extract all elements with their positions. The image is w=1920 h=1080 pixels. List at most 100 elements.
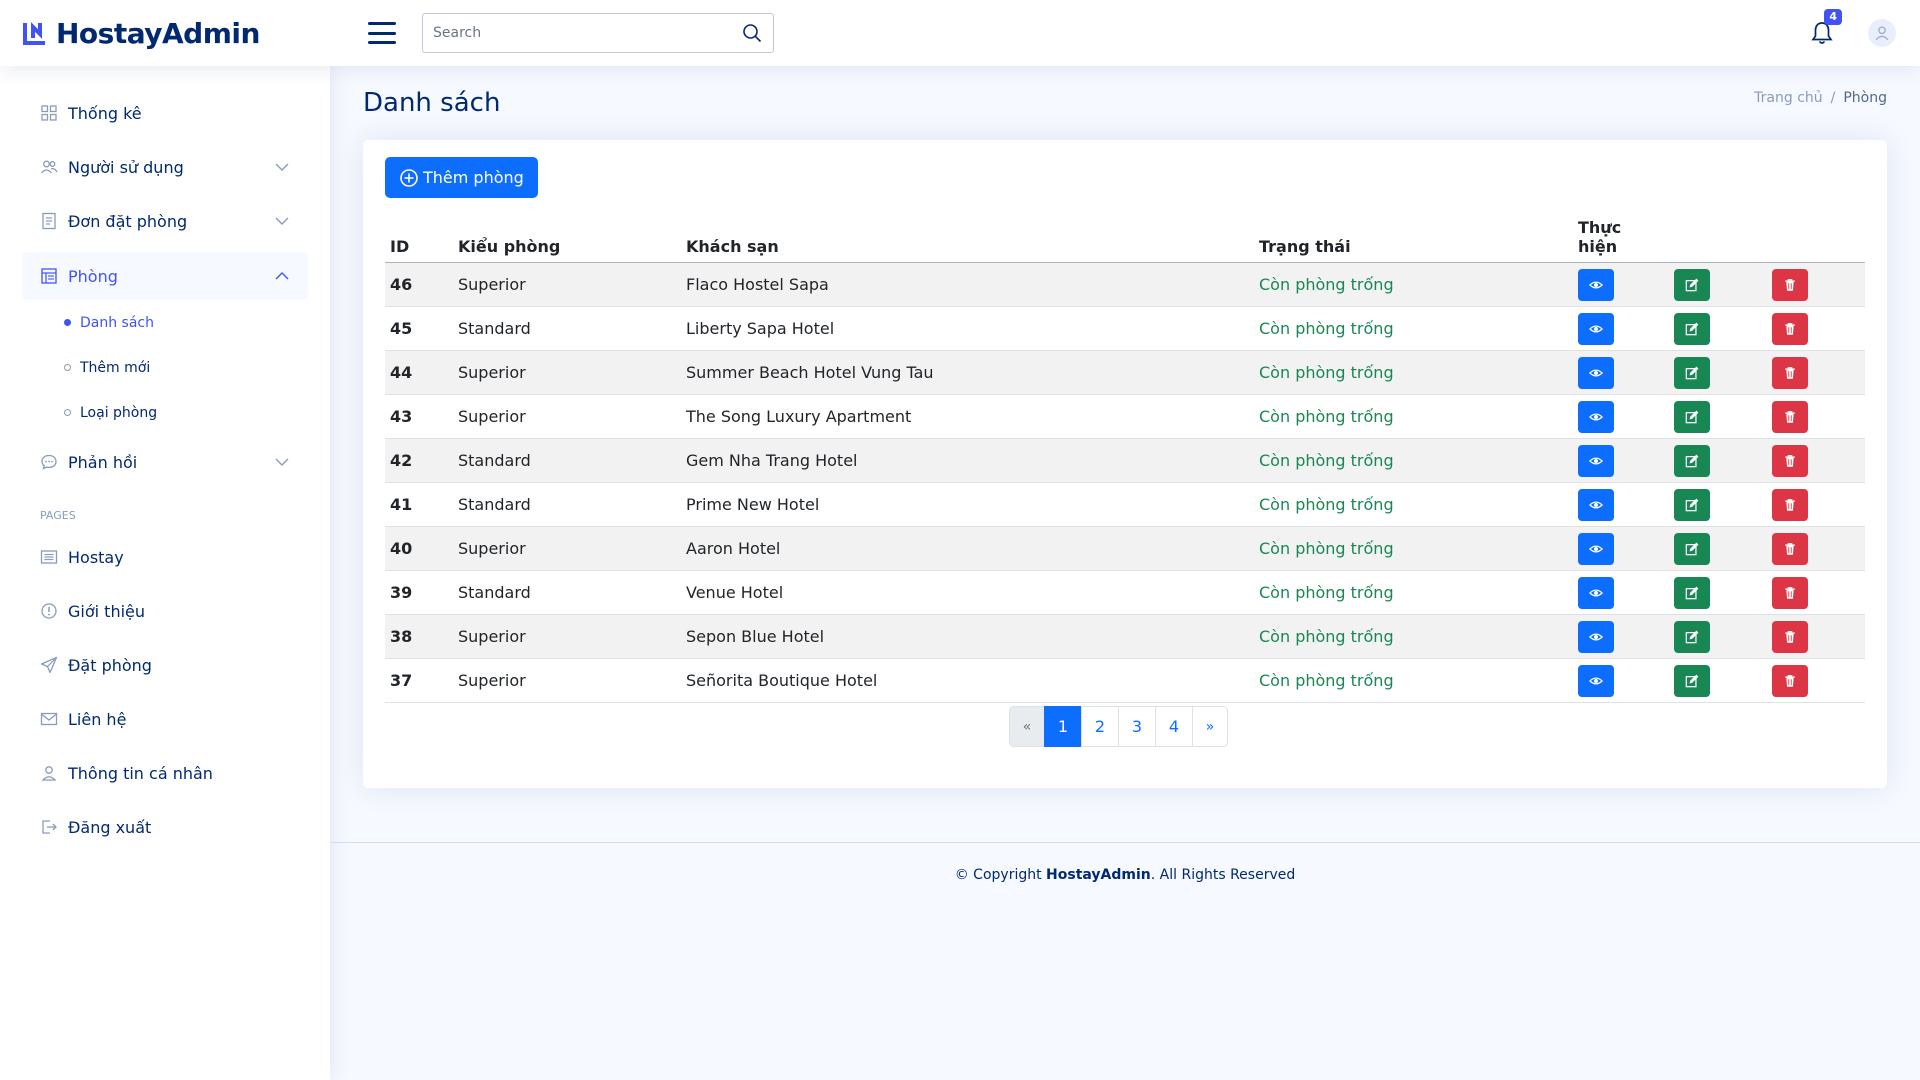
table-header-row: ID Kiểu phòng Khách sạn Trạng thái Thực …: [385, 218, 1865, 263]
trash-icon: [1785, 542, 1795, 555]
notifications[interactable]: 4: [1808, 9, 1842, 47]
delete-button[interactable]: [1772, 312, 1808, 345]
cell-room-type: Superior: [453, 350, 681, 395]
search-icon[interactable]: [741, 22, 763, 44]
table-row: 40 Superior Aaron Hotel Còn phòng trống: [385, 526, 1865, 571]
pagination-page-1[interactable]: 1: [1044, 706, 1082, 747]
edit-button[interactable]: [1674, 356, 1710, 389]
chevron-down-icon: [275, 217, 289, 225]
edit-button[interactable]: [1674, 400, 1710, 433]
sidebar-item-thong-tin-ca-nhan[interactable]: Thông tin cá nhân: [22, 746, 308, 800]
cell-view-action: [1573, 394, 1669, 439]
sidebar-item-hostay[interactable]: Hostay: [22, 530, 308, 584]
cell-view-action: [1573, 306, 1669, 351]
sidebar-item-nguoi-su-dung[interactable]: Người sử dụng: [22, 140, 308, 194]
view-button[interactable]: [1578, 268, 1614, 301]
pagination-page-3[interactable]: 3: [1118, 706, 1156, 747]
cell-delete-action: [1767, 482, 1865, 527]
trash-icon: [1785, 278, 1795, 291]
edit-button[interactable]: [1674, 444, 1710, 477]
delete-button[interactable]: [1772, 664, 1808, 697]
cell-edit-action: [1669, 262, 1767, 307]
edit-icon: [1685, 586, 1699, 599]
breadcrumb-separator: /: [1830, 90, 1836, 106]
table-row: 46 Superior Flaco Hostel Sapa Còn phòng trố…: [385, 262, 1865, 307]
delete-button[interactable]: [1772, 444, 1808, 477]
sidebar-item-label: Đăng xuất: [68, 817, 152, 837]
trash-icon: [1785, 630, 1795, 643]
pagination-next-button[interactable]: »: [1192, 706, 1228, 747]
delete-button[interactable]: [1772, 356, 1808, 389]
view-button[interactable]: [1578, 576, 1614, 609]
cell-status: Còn phòng trống: [1254, 438, 1573, 483]
sidebar-item-gioi-thieu[interactable]: Giới thiệu: [22, 584, 308, 638]
view-button[interactable]: [1578, 488, 1614, 521]
delete-button[interactable]: [1772, 268, 1808, 301]
view-button[interactable]: [1578, 444, 1614, 477]
cell-view-action: [1573, 350, 1669, 395]
delete-button[interactable]: [1772, 620, 1808, 653]
sidebar-subitem-label: Danh sách: [80, 314, 154, 331]
eye-icon: [1589, 413, 1603, 420]
pagination-page-4[interactable]: 4: [1155, 706, 1193, 747]
sidebar-item-phan-hoi[interactable]: Phản hồi: [22, 435, 308, 489]
cell-id: 45: [385, 306, 453, 351]
table-row: 45 Standard Liberty Sapa Hotel Còn phòng tr…: [385, 306, 1865, 351]
delete-button[interactable]: [1772, 576, 1808, 609]
pagination-page-2[interactable]: 2: [1081, 706, 1119, 747]
sidebar-subitem-danh-sach[interactable]: Danh sách: [46, 300, 308, 345]
plus-circle-icon: [400, 168, 418, 187]
pagination-prev-button[interactable]: «: [1009, 706, 1045, 747]
cell-view-action: [1573, 526, 1669, 571]
delete-button[interactable]: [1772, 532, 1808, 565]
view-button[interactable]: [1578, 620, 1614, 653]
sidebar-item-dat-phong[interactable]: Đặt phòng: [22, 638, 308, 692]
view-button[interactable]: [1578, 312, 1614, 345]
sidebar-item-thong-ke[interactable]: Thống kê: [22, 86, 308, 140]
user-avatar-icon[interactable]: [1868, 19, 1896, 47]
sidebar-subitem-them-moi[interactable]: Thêm mới: [46, 345, 308, 390]
trash-icon: [1785, 322, 1795, 335]
sidebar-subitem-loai-phong[interactable]: Loại phòng: [46, 390, 308, 435]
view-button[interactable]: [1578, 532, 1614, 565]
cell-id: 37: [385, 658, 453, 703]
footer-suffix: . All Rights Reserved: [1150, 867, 1296, 883]
view-button[interactable]: [1578, 400, 1614, 433]
cell-delete-action: [1767, 350, 1865, 395]
edit-button[interactable]: [1674, 268, 1710, 301]
sidebar-item-label: Giới thiệu: [68, 601, 146, 621]
cell-id: 43: [385, 394, 453, 439]
sidebar-item-don-dat-phong[interactable]: Đơn đặt phòng: [22, 194, 308, 248]
search-input[interactable]: [433, 25, 741, 41]
cell-status: Còn phòng trống: [1254, 614, 1573, 659]
edit-button[interactable]: [1674, 532, 1710, 565]
edit-button[interactable]: [1674, 576, 1710, 609]
add-room-button[interactable]: Thêm phòng: [385, 157, 538, 198]
table-row: 38 Superior Sepon Blue Hotel Còn phòng trốn…: [385, 614, 1865, 659]
edit-button[interactable]: [1674, 312, 1710, 345]
column-header-edit: [1669, 218, 1767, 263]
cell-edit-action: [1669, 614, 1767, 659]
trash-icon: [1785, 498, 1795, 511]
logo[interactable]: HostayAdmin: [22, 17, 322, 50]
sidebar-item-phong[interactable]: Phòng: [22, 252, 308, 300]
logo-mark-icon: [23, 22, 45, 45]
breadcrumb-home[interactable]: Trang chủ: [1754, 90, 1822, 106]
edit-icon: [1685, 322, 1699, 335]
cell-view-action: [1573, 570, 1669, 615]
hamburger-icon[interactable]: [368, 22, 396, 44]
edit-button[interactable]: [1674, 664, 1710, 697]
sidebar-item-dang-xuat[interactable]: Đăng xuất: [22, 800, 308, 854]
edit-button[interactable]: [1674, 620, 1710, 653]
chevron-up-icon: [275, 272, 289, 280]
sidebar-item-lien-he[interactable]: Liên hệ: [22, 692, 308, 746]
edit-button[interactable]: [1674, 488, 1710, 521]
delete-button[interactable]: [1772, 488, 1808, 521]
column-header-delete: [1767, 218, 1865, 263]
cell-status: Còn phòng trống: [1254, 526, 1573, 571]
cell-edit-action: [1669, 438, 1767, 483]
view-button[interactable]: [1578, 664, 1614, 697]
edit-icon: [1685, 278, 1699, 291]
view-button[interactable]: [1578, 356, 1614, 389]
delete-button[interactable]: [1772, 400, 1808, 433]
